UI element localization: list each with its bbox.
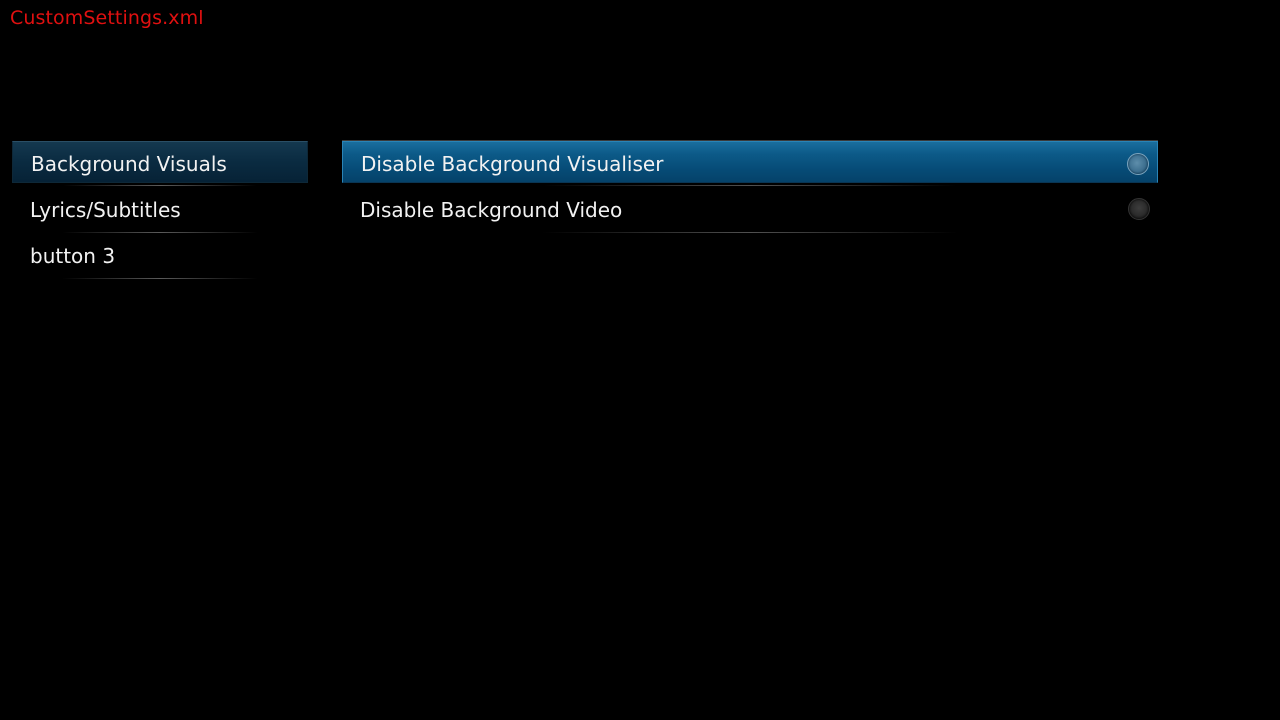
divider bbox=[542, 232, 958, 233]
radio-button-icon[interactable] bbox=[1127, 153, 1149, 175]
window-title: CustomSettings.xml bbox=[10, 7, 204, 29]
settings-list: Disable Background Visualiser Disable Ba… bbox=[342, 141, 1158, 233]
settings-page: CustomSettings.xml Background Visuals Ly… bbox=[0, 0, 1280, 720]
radio-button-icon[interactable] bbox=[1128, 198, 1150, 220]
divider bbox=[63, 185, 257, 186]
setting-label: Disable Background Video bbox=[360, 198, 623, 222]
setting-disable-background-visualiser[interactable]: Disable Background Visualiser bbox=[342, 141, 1158, 186]
category-list: Background Visuals Lyrics/Subtitles butt… bbox=[12, 141, 308, 279]
divider bbox=[62, 278, 258, 279]
setting-disable-background-video[interactable]: Disable Background Video bbox=[342, 187, 1158, 233]
category-item-label: button 3 bbox=[30, 244, 116, 268]
category-item-button-3[interactable]: button 3 bbox=[12, 233, 308, 279]
category-item-label: Lyrics/Subtitles bbox=[30, 198, 181, 222]
category-item-lyrics-subtitles[interactable]: Lyrics/Subtitles bbox=[12, 187, 308, 233]
category-item-label: Background Visuals bbox=[31, 152, 227, 176]
setting-label: Disable Background Visualiser bbox=[361, 152, 664, 176]
category-item-background-visuals[interactable]: Background Visuals bbox=[12, 141, 308, 186]
divider bbox=[543, 185, 957, 186]
